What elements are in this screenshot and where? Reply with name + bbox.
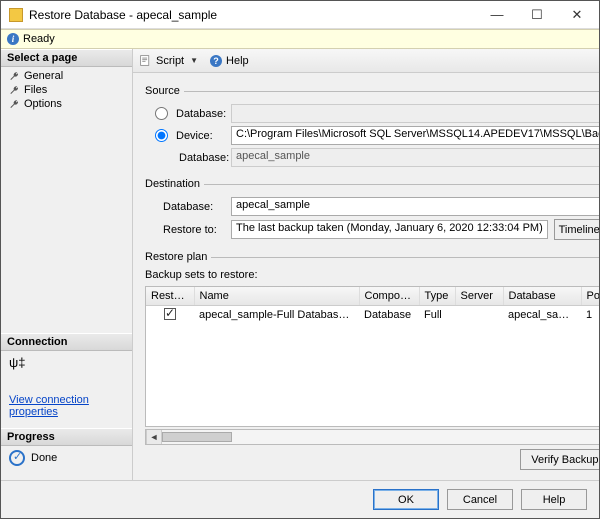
horizontal-scrollbar[interactable]: ◄ ► — [145, 429, 599, 445]
sidebar-item-general[interactable]: General — [1, 69, 132, 83]
status-bar: i Ready — [1, 29, 599, 49]
col-database[interactable]: Database — [503, 287, 581, 305]
source-database-combo — [231, 104, 599, 123]
col-name[interactable]: Name — [194, 287, 359, 305]
group-source: Source Database: Device: C:\Prog — [145, 85, 599, 170]
progress-status: Done — [31, 452, 57, 464]
source-device-path[interactable]: C:\Program Files\Microsoft SQL Server\MS… — [231, 126, 599, 145]
info-icon: i — [7, 33, 19, 45]
restore-to-field[interactable]: The last backup taken (Monday, January 6… — [231, 220, 548, 239]
source-device-radio[interactable]: Device: — [145, 129, 231, 142]
cell-position: 1 — [581, 305, 599, 325]
cell-database: apecal_sample — [503, 305, 581, 325]
help-button[interactable]: Help — [521, 489, 587, 510]
window-title: Restore Database - apecal_sample — [29, 8, 477, 22]
script-dropdown[interactable]: ▼ — [190, 56, 198, 65]
sidebar-item-label: General — [24, 70, 63, 82]
select-page-header: Select a page — [1, 49, 132, 67]
col-restore[interactable]: Restore — [146, 287, 194, 305]
restore-to-label: Restore to: — [145, 224, 231, 236]
destination-legend: Destination — [145, 178, 204, 190]
group-restore-plan: Restore plan Backup sets to restore: — [145, 251, 599, 470]
backup-sets-label: Backup sets to restore: — [145, 269, 599, 281]
progress-header: Progress — [1, 428, 132, 446]
cancel-button[interactable]: Cancel — [447, 489, 513, 510]
source-db-label: Database: — [145, 152, 231, 164]
sidebar-item-options[interactable]: Options — [1, 97, 132, 111]
restore-checkbox[interactable] — [164, 308, 176, 320]
cell-name: apecal_sample-Full Database Backup — [194, 305, 359, 325]
toolbar: Script ▼ ? Help — [133, 49, 599, 73]
source-legend: Source — [145, 85, 184, 97]
destination-db-combo[interactable]: apecal_sample — [231, 197, 599, 216]
wrench-icon — [9, 99, 20, 110]
destination-db-label: Database: — [145, 201, 231, 213]
scroll-left-icon[interactable]: ◄ — [146, 430, 162, 444]
cell-type: Full — [419, 305, 455, 325]
cell-component: Database — [359, 305, 419, 325]
source-database-radio-input[interactable] — [155, 107, 168, 120]
connection-header: Connection — [1, 333, 132, 351]
source-db-combo[interactable]: apecal_sample — [231, 148, 599, 167]
database-icon — [9, 8, 23, 22]
sidebar: Select a page General Files — [1, 49, 133, 480]
col-type[interactable]: Type — [419, 287, 455, 305]
source-database-radio[interactable]: Database: — [145, 107, 231, 120]
source-device-radio-input[interactable] — [155, 129, 168, 142]
backup-sets-table: Restore Name Component Type Server Datab… — [145, 286, 599, 427]
restore-database-dialog: Restore Database - apecal_sample ― ☐ ✕ i… — [0, 0, 600, 519]
restore-plan-legend: Restore plan — [145, 251, 211, 263]
wrench-icon — [9, 71, 20, 82]
wrench-icon — [9, 85, 20, 96]
verify-backup-media-button[interactable]: Verify Backup Media — [520, 449, 599, 470]
help-button[interactable]: Help — [226, 55, 249, 67]
minimize-button[interactable]: ― — [477, 2, 517, 28]
connection-icon: ψ‡ — [1, 351, 132, 374]
col-position[interactable]: Position — [581, 287, 599, 305]
sidebar-item-label: Files — [24, 84, 47, 96]
close-button[interactable]: ✕ — [557, 2, 597, 28]
titlebar: Restore Database - apecal_sample ― ☐ ✕ — [1, 1, 599, 29]
sidebar-item-files[interactable]: Files — [1, 83, 132, 97]
scroll-thumb[interactable] — [162, 432, 232, 442]
help-icon: ? — [210, 55, 222, 67]
cell-server — [455, 305, 503, 325]
timeline-button[interactable]: Timeline... — [554, 219, 599, 240]
status-text: Ready — [23, 33, 55, 45]
maximize-button[interactable]: ☐ — [517, 2, 557, 28]
ok-button[interactable]: OK — [373, 489, 439, 510]
dialog-footer: OK Cancel Help — [1, 480, 599, 518]
col-server[interactable]: Server — [455, 287, 503, 305]
sidebar-item-label: Options — [24, 98, 62, 110]
view-connection-properties-link[interactable]: View connection properties — [1, 388, 132, 428]
group-destination: Destination Database: apecal_sample Rest… — [145, 178, 599, 243]
done-check-icon — [9, 450, 25, 466]
table-row[interactable]: apecal_sample-Full Database Backup Datab… — [146, 305, 599, 325]
col-component[interactable]: Component — [359, 287, 419, 305]
script-button[interactable]: Script — [156, 55, 184, 67]
script-icon — [139, 54, 152, 67]
